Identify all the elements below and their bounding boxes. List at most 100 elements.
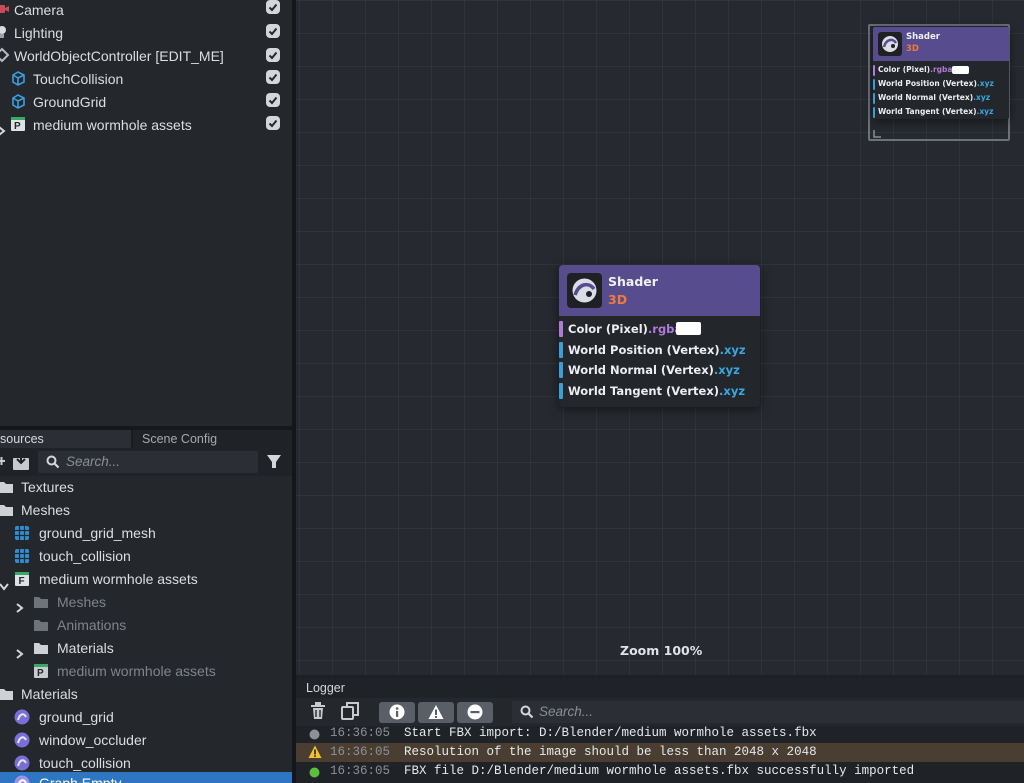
log-entry-success[interactable]: 16:36:05 FBX file D:/Blender/medium worm… <box>296 762 1024 781</box>
port-connector[interactable] <box>559 383 563 399</box>
shader-graph-canvas[interactable]: Shader 3D Color (Pixel).rgba World Posit… <box>296 0 1024 675</box>
scene-hierarchy-panel: Camera Lighting WorldObjectController [E… <box>0 0 292 426</box>
tree-item-groundgrid[interactable]: GroundGrid <box>0 92 292 115</box>
trash-icon[interactable] <box>310 702 326 723</box>
search-icon <box>520 705 534 722</box>
mesh-cube-icon <box>10 70 26 86</box>
collapse-arrow-icon[interactable] <box>0 575 9 591</box>
visibility-checkbox[interactable] <box>266 93 280 107</box>
minimap-node-header: Shader 3D <box>873 27 1009 61</box>
tree-item-camera[interactable]: Camera <box>0 0 292 23</box>
search-placeholder: Search... <box>539 704 594 719</box>
input-port-world-normal[interactable]: World Normal (Vertex).xyz <box>559 362 760 378</box>
resources-search-input[interactable]: Search... <box>38 451 258 473</box>
log-timestamp: 16:36:05 <box>330 726 391 740</box>
filter-info-button[interactable] <box>379 702 415 723</box>
import-icon[interactable] <box>11 452 31 475</box>
tree-item-lighting[interactable]: Lighting <box>0 23 292 46</box>
port-connector <box>873 93 875 104</box>
search-icon <box>46 455 60 472</box>
folder-icon <box>0 686 14 702</box>
resource-label: Meshes <box>21 502 71 518</box>
resource-subfolder-meshes[interactable]: Meshes <box>0 591 292 614</box>
shader-node[interactable]: Shader 3D Color (Pixel).rgba World Posit… <box>559 265 760 407</box>
port-connector <box>873 79 875 90</box>
resource-folder-materials[interactable]: Materials <box>0 683 292 706</box>
shader-node-header[interactable]: Shader 3D <box>559 265 760 316</box>
mesh-cube-icon <box>10 93 26 109</box>
shader-logo-icon <box>878 32 902 56</box>
resource-subfolder-materials[interactable]: Materials <box>0 637 292 660</box>
material-icon <box>14 709 30 725</box>
port-label: World Tangent (Vertex).xyz <box>878 107 994 116</box>
tree-item-touchcollision[interactable]: TouchCollision <box>0 69 292 92</box>
resources-panel: Textures Meshes ground_grid_mesh touch_c… <box>0 476 292 783</box>
resource-material-ground-grid[interactable]: ground_grid <box>0 706 292 729</box>
tab-scene-config[interactable]: Scene Config <box>133 430 292 448</box>
expand-arrow-icon[interactable] <box>15 597 25 613</box>
material-icon <box>14 775 30 783</box>
log-message: Start FBX import: D:/Blender/medium worm… <box>404 726 817 740</box>
mesh-grid-icon <box>14 525 30 541</box>
resource-label: Meshes <box>57 594 107 610</box>
visibility-checkbox[interactable] <box>266 116 280 130</box>
tab-label: sources <box>0 432 44 446</box>
visibility-checkbox[interactable] <box>266 48 280 62</box>
copy-icon[interactable] <box>340 701 360 724</box>
resource-folder-meshes[interactable]: Meshes <box>0 499 292 522</box>
visibility-checkbox[interactable] <box>266 70 280 84</box>
logger-panel: Logger Search... 16:36:05 Start FBX impo… <box>296 678 1024 783</box>
log-entry-info[interactable]: 16:36:05 Start FBX import: D:/Blender/me… <box>296 724 1024 743</box>
filter-icon[interactable] <box>266 454 282 473</box>
resource-material-graph-empty[interactable]: Graph Empty <box>0 772 292 783</box>
graph-minimap[interactable]: Shader 3D Color (Pixel).rgba World Posit… <box>868 24 1010 141</box>
tree-item-label: Lighting <box>14 25 64 41</box>
filter-warning-button[interactable] <box>418 702 454 723</box>
filter-error-button[interactable] <box>457 702 493 723</box>
log-message: Resolution of the image should be less t… <box>404 745 817 759</box>
color-swatch[interactable] <box>676 322 701 335</box>
port-connector[interactable] <box>559 342 563 358</box>
tree-item-worldobjectcontroller[interactable]: WorldObjectController [EDIT_ME] <box>0 46 292 69</box>
minimap-port-world-tangent: World Tangent (Vertex).xyz <box>873 107 1009 118</box>
fbx-file-icon: F <box>14 571 30 587</box>
resource-mesh-ground-grid-mesh[interactable]: ground_grid_mesh <box>0 522 292 545</box>
port-connector[interactable] <box>559 321 563 337</box>
resource-mesh-touch-collision[interactable]: touch_collision <box>0 545 292 568</box>
port-label: World Position (Vertex).xyz <box>568 343 746 357</box>
resource-fbx-medium-wormhole-assets[interactable]: F medium wormhole assets <box>0 568 292 591</box>
tree-item-label: GroundGrid <box>33 94 107 110</box>
tab-label: Scene Config <box>142 432 218 446</box>
tree-item-medium-wormhole-assets[interactable]: P medium wormhole assets <box>0 115 292 138</box>
success-dot-icon <box>309 766 320 783</box>
folder-icon <box>0 479 14 495</box>
input-port-world-position[interactable]: World Position (Vertex).xyz <box>559 342 760 358</box>
port-connector[interactable] <box>559 362 563 378</box>
resource-prefab-medium-wormhole-assets[interactable]: P medium wormhole assets <box>0 660 292 683</box>
resource-label: Materials <box>57 640 114 656</box>
shader-logo-icon <box>567 273 602 308</box>
minimap-viewport-corner-icon <box>873 126 883 142</box>
logger-search-input[interactable]: Search... <box>512 701 1024 723</box>
port-label: Color (Pixel).rgba <box>568 322 683 336</box>
folder-icon <box>0 502 14 518</box>
resource-folder-textures[interactable]: Textures <box>0 476 292 499</box>
logger-toolbar: Search... <box>296 698 1024 726</box>
resource-material-window-occluder[interactable]: window_occluder <box>0 729 292 752</box>
resource-label: touch_collision <box>39 548 131 564</box>
add-icon[interactable] <box>0 454 6 471</box>
input-port-color[interactable]: Color (Pixel).rgba <box>559 321 760 337</box>
tab-resources[interactable]: sources <box>0 430 131 448</box>
visibility-checkbox[interactable] <box>266 0 280 14</box>
resources-toolbar: Search... <box>0 448 292 476</box>
visibility-checkbox[interactable] <box>266 24 280 38</box>
resource-label: medium wormhole assets <box>39 571 198 587</box>
node-title: Shader <box>906 32 940 42</box>
minimap-port-color: Color (Pixel).rgba <box>873 65 1009 76</box>
resource-subfolder-animations[interactable]: Animations <box>0 614 292 637</box>
log-entry-warning[interactable]: 16:36:05 Resolution of the image should … <box>296 743 1024 762</box>
resource-label: ground_grid_mesh <box>39 525 156 541</box>
expand-arrow-icon[interactable] <box>0 121 7 136</box>
expand-arrow-icon[interactable] <box>15 643 25 659</box>
input-port-world-tangent[interactable]: World Tangent (Vertex).xyz <box>559 383 760 399</box>
